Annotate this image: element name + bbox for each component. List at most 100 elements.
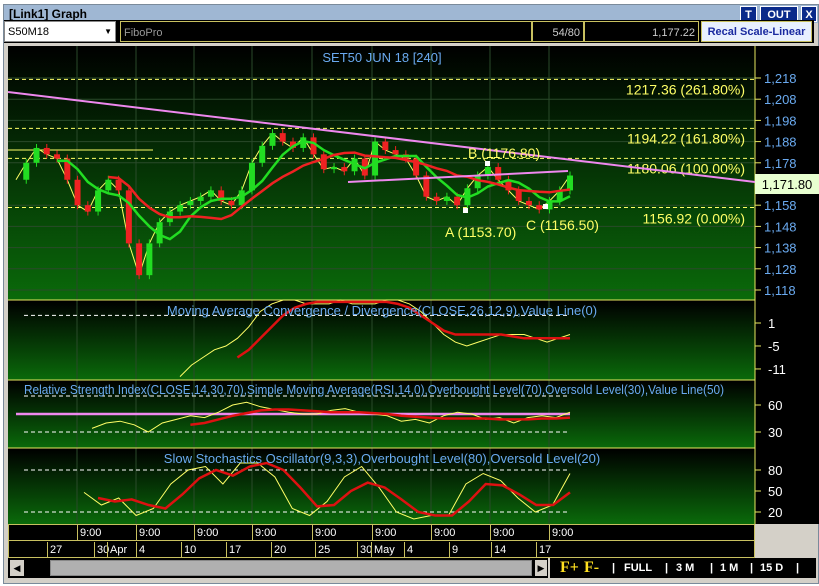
candle bbox=[74, 179, 81, 206]
candle bbox=[54, 154, 61, 159]
date-label: 17 bbox=[536, 542, 551, 558]
date-label: 10 bbox=[181, 542, 196, 558]
candle bbox=[248, 162, 255, 191]
price-readout: 1,177.22 bbox=[584, 21, 699, 42]
date-label: 17 bbox=[226, 542, 241, 558]
candle bbox=[177, 205, 184, 212]
bar-counter: 54/80 bbox=[532, 21, 584, 42]
candle bbox=[33, 147, 40, 163]
candle bbox=[392, 150, 399, 155]
candle bbox=[259, 145, 266, 163]
date-label: 30 bbox=[357, 542, 372, 558]
candle bbox=[320, 154, 327, 170]
candle bbox=[454, 196, 461, 206]
range-1m-button[interactable]: 1 M bbox=[720, 558, 738, 578]
y-tick-label: 20 bbox=[768, 505, 782, 520]
candle bbox=[197, 196, 204, 201]
y-tick-label: 1,218 bbox=[764, 71, 797, 86]
y-tick-label: 1,158 bbox=[764, 198, 797, 213]
time-label: 9:00 bbox=[252, 525, 276, 541]
chart-area[interactable]: 1,218 1,208 1,198 1,188 1,178 1,158 1,148 1,138… bbox=[7, 46, 819, 524]
time-label: 9:00 bbox=[77, 525, 101, 541]
last-price-label: 1,171.80 bbox=[762, 177, 813, 192]
candle bbox=[443, 196, 450, 201]
y-tick-label: 1,208 bbox=[764, 92, 797, 107]
time-label: 9:00 bbox=[549, 525, 573, 541]
date-label: 20 bbox=[271, 542, 286, 558]
time-label: 9:00 bbox=[136, 525, 160, 541]
toolbar: S50M18 ▼ FiboPro 54/80 1,177.22 Recal Sca… bbox=[4, 20, 814, 43]
main-title: SET50 JUN 18 [240] bbox=[322, 50, 441, 65]
candle bbox=[228, 200, 235, 206]
time-label: 9:00 bbox=[312, 525, 336, 541]
point-a-label: A (1153.70) bbox=[445, 224, 516, 240]
candle bbox=[115, 179, 122, 191]
y-tick-label: 1,118 bbox=[764, 283, 796, 298]
font-decrease-button[interactable]: F- bbox=[584, 558, 599, 578]
candle bbox=[536, 205, 543, 210]
date-label: 14 bbox=[491, 542, 506, 558]
range-full-button[interactable]: FULL bbox=[624, 558, 652, 578]
time-axis: 9:00 9:00 9:00 9:00 9:00 9:00 9:00 9:00 9:00 27 3… bbox=[8, 524, 755, 558]
candle bbox=[125, 190, 132, 244]
point-c-marker bbox=[543, 204, 548, 209]
scroll-left-icon[interactable]: ◀ bbox=[10, 560, 24, 576]
time-label: 9:00 bbox=[431, 525, 455, 541]
time-label: 9:00 bbox=[372, 525, 396, 541]
candle bbox=[269, 133, 276, 146]
window-title: [Link1] Graph bbox=[9, 7, 88, 21]
y-tick-label: -11 bbox=[768, 362, 786, 377]
font-increase-button[interactable]: F+ bbox=[560, 558, 579, 578]
symbol-select[interactable]: S50M18 ▼ bbox=[4, 21, 116, 42]
range-3m-button[interactable]: 3 M bbox=[676, 558, 694, 578]
scroll-right-icon[interactable]: ▶ bbox=[535, 560, 547, 576]
chevron-down-icon: ▼ bbox=[104, 27, 112, 36]
candle bbox=[474, 175, 481, 189]
candle bbox=[567, 175, 573, 191]
fibo-level-label: 1156.92 (0.00%) bbox=[643, 210, 745, 226]
date-label: May bbox=[371, 542, 395, 558]
candle bbox=[105, 179, 112, 191]
range-15d-button[interactable]: 15 D bbox=[760, 558, 783, 578]
y-tick-label: 1 bbox=[768, 316, 775, 331]
candle bbox=[341, 167, 348, 172]
stoch-title: Slow Stochastics Oscillator(9,3,3),Overb… bbox=[164, 451, 600, 466]
candle bbox=[382, 141, 389, 151]
point-c-label: C (1156.50) bbox=[526, 217, 599, 233]
y-tick-label: 30 bbox=[768, 425, 782, 440]
candle bbox=[331, 167, 338, 170]
candle bbox=[279, 133, 286, 142]
date-label: 27 bbox=[47, 542, 62, 558]
y-tick-label: 50 bbox=[768, 484, 782, 499]
y-tick-label: 1,178 bbox=[764, 156, 797, 171]
y-tick-label: 80 bbox=[768, 463, 782, 478]
macd-title: Moving Average Convergence / Divergence(… bbox=[167, 303, 597, 318]
recal-scale-button[interactable]: Recal Scale-Linear bbox=[701, 21, 812, 42]
y-tick-label: 1,198 bbox=[764, 113, 797, 128]
date-label: Apr bbox=[107, 542, 127, 558]
candle bbox=[433, 196, 440, 201]
y-tick-label: 1,188 bbox=[764, 135, 797, 150]
symbol-value: S50M18 bbox=[8, 26, 49, 38]
y-tick-label: 1,138 bbox=[764, 241, 797, 256]
y-tick-label: 60 bbox=[768, 398, 782, 413]
candle bbox=[525, 200, 532, 206]
candle bbox=[207, 190, 214, 197]
date-label: 9 bbox=[449, 542, 458, 558]
point-b-marker bbox=[485, 161, 490, 166]
date-label: 4 bbox=[404, 542, 413, 558]
date-label: 4 bbox=[136, 542, 145, 558]
date-label: 25 bbox=[315, 542, 330, 558]
candle bbox=[95, 190, 102, 212]
zoom-bar: F+ F- | FULL | 3 M | 1 M | 15 D | bbox=[550, 558, 816, 578]
study-name: FiboPro bbox=[120, 21, 532, 42]
fibo-level-label: 1217.36 (261.80%) bbox=[626, 81, 745, 97]
candle bbox=[515, 190, 522, 201]
horizontal-scrollbar[interactable]: ◀ ▶ bbox=[8, 558, 548, 578]
candle bbox=[187, 200, 194, 206]
point-b-label: B (1176.80) bbox=[468, 145, 540, 161]
scroll-thumb[interactable] bbox=[50, 560, 532, 576]
time-label: 9:00 bbox=[194, 525, 218, 541]
rsi-title: Relative Strength Index(CLOSE,14,30,70),… bbox=[24, 382, 724, 397]
candle bbox=[136, 243, 143, 276]
